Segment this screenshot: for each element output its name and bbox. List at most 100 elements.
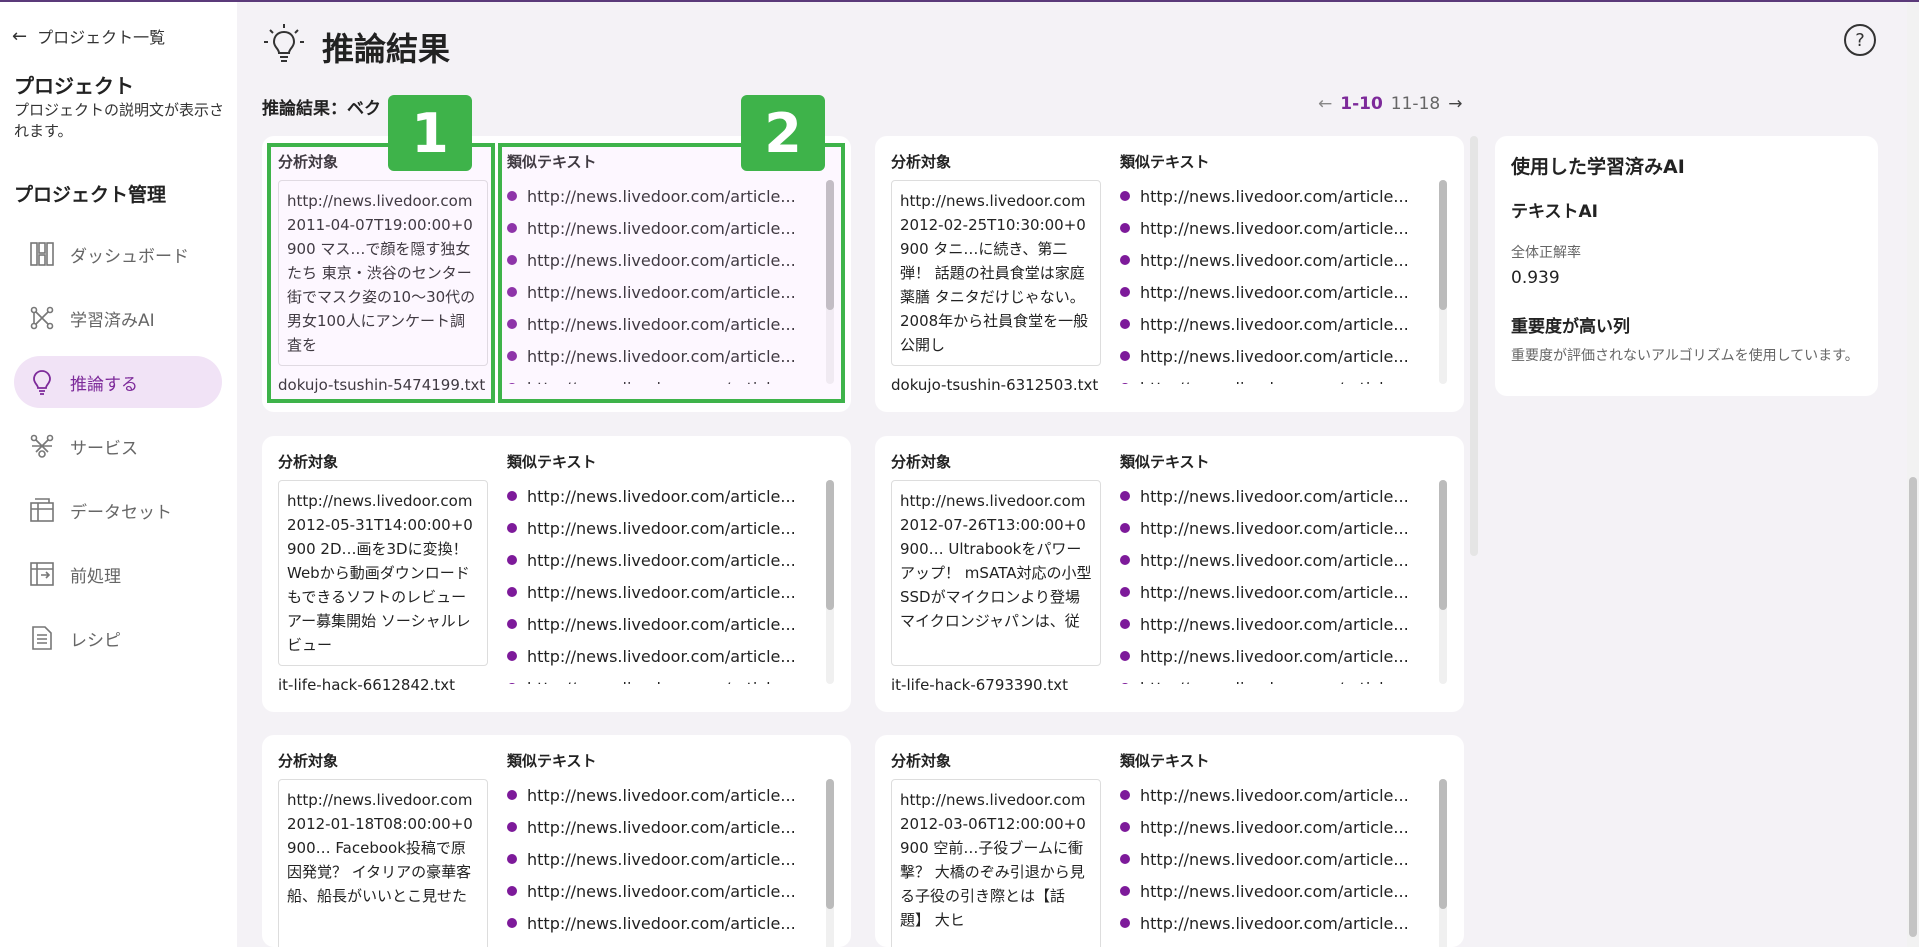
similar-url: http://news.livedoor.com/article... xyxy=(1140,314,1409,334)
similar-item[interactable]: http://news.livedoor.com/article... xyxy=(1120,875,1447,907)
arrow-right-icon[interactable]: → xyxy=(1448,94,1462,114)
similar-url: http://news.livedoor.com/article... xyxy=(1140,614,1409,634)
arrow-left-icon[interactable]: ← xyxy=(1318,94,1332,114)
similar-item[interactable]: http://news.livedoor.com/article... xyxy=(507,576,834,608)
similar-item[interactable]: http://news.livedoor.com/article... xyxy=(1120,907,1447,939)
bullet-dot-icon xyxy=(1120,790,1130,800)
similar-scrollbar[interactable] xyxy=(1439,480,1447,684)
similar-scrollbar[interactable] xyxy=(1439,779,1447,947)
sidebar-item-trained-ai[interactable]: 学習済みAI xyxy=(14,292,222,344)
similar-scrollbar-thumb[interactable] xyxy=(826,779,834,909)
similar-list[interactable]: http://news.livedoor.com/article... http:… xyxy=(1120,480,1447,684)
similar-item[interactable]: http://news.livedoor.com/article... xyxy=(1120,843,1447,875)
service-icon xyxy=(28,432,56,460)
sidebar-item-label: 推論する xyxy=(70,374,138,395)
similar-item[interactable]: http://news.livedoor.com/article... xyxy=(1120,544,1447,576)
similar-item[interactable]: http://news.livedoor.com/article... xyxy=(1120,811,1447,843)
similar-item[interactable]: http://news.livedoor.com/article... xyxy=(507,907,834,939)
target-label: 分析対象 xyxy=(278,752,339,770)
similar-list[interactable]: http://news.livedoor.com/article... http:… xyxy=(507,480,834,684)
similar-item[interactable]: http://news.livedoor.com/article... xyxy=(1120,608,1447,640)
cards-scrollbar[interactable] xyxy=(1470,136,1478,556)
bullet-dot-icon xyxy=(1120,854,1130,864)
similar-item[interactable]: http://news.livedoor.com/article... xyxy=(1120,779,1447,811)
sidebar-item-inference[interactable]: 推論する xyxy=(14,356,222,408)
bullet-dot-icon xyxy=(1120,587,1130,597)
similar-item[interactable]: http://news.livedoor.com/article... xyxy=(1120,512,1447,544)
similar-item[interactable]: http://news.livedoor.com/article... xyxy=(507,640,834,672)
result-card: 分析対象 類似テキスト http://news.livedoor.com 2012-… xyxy=(875,436,1464,712)
similar-list[interactable]: http://news.livedoor.com/article... http:… xyxy=(1120,180,1447,384)
similar-scrollbar[interactable] xyxy=(826,779,834,947)
similar-item[interactable]: http://news.livedoor.com/article... xyxy=(507,608,834,640)
result-card: 分析対象 類似テキスト http://news.livedoor.com 2012-… xyxy=(262,735,851,947)
similar-item[interactable]: http://news.livedoor.com/article... xyxy=(507,672,834,684)
similar-scrollbar[interactable] xyxy=(1439,180,1447,384)
similar-list[interactable]: http://news.livedoor.com/article... http:… xyxy=(507,779,834,947)
back-link-label: プロジェクト一覧 xyxy=(37,28,166,47)
sidebar-item-service[interactable]: サービス xyxy=(14,420,222,472)
similar-item[interactable]: http://news.livedoor.com/article... xyxy=(1120,480,1447,512)
similar-item[interactable]: http://news.livedoor.com/article... xyxy=(507,512,834,544)
sidebar-item-preprocess[interactable]: 前処理 xyxy=(14,548,222,600)
similar-item[interactable]: http://news.livedoor.com/article... xyxy=(507,843,834,875)
similar-url: http://news.livedoor.com/article... xyxy=(527,817,796,837)
similar-item[interactable]: http://news.livedoor.com/article... xyxy=(1120,672,1447,684)
similar-item[interactable]: http://news.livedoor.com/article... xyxy=(1120,308,1447,340)
similar-url: http://news.livedoor.com/article... xyxy=(1140,582,1409,602)
similar-url: http://news.livedoor.com/article... xyxy=(1140,785,1409,805)
similar-scrollbar[interactable] xyxy=(826,480,834,684)
similar-scrollbar-thumb[interactable] xyxy=(1439,180,1447,310)
similar-url: http://news.livedoor.com/article... xyxy=(1140,679,1440,685)
similar-item[interactable]: http://news.livedoor.com/article... xyxy=(1120,180,1447,212)
target-text: http://news.livedoor.com 2012-01-18T08:0… xyxy=(278,779,488,947)
similar-item[interactable]: http://news.livedoor.com/article... xyxy=(1120,372,1447,384)
importance-note: 重要度が評価されないアルゴリズムを使用しています。 xyxy=(1511,348,1859,364)
sidebar-item-dataset[interactable]: データセット xyxy=(14,484,222,536)
similar-item[interactable]: http://news.livedoor.com/article... xyxy=(1120,576,1447,608)
similar-url: http://news.livedoor.com/article... xyxy=(1140,486,1409,506)
similar-scrollbar-thumb[interactable] xyxy=(1439,779,1447,909)
similar-list[interactable]: http://news.livedoor.com/article... http:… xyxy=(1120,779,1447,947)
sidebar-item-label: 学習済みAI xyxy=(70,310,155,331)
page-scrollbar-thumb[interactable] xyxy=(1909,477,1917,937)
project-title: プロジェクト xyxy=(14,74,134,98)
project-description: プロジェクトの説明文が表示されます。 xyxy=(14,101,225,140)
annotation-badge-1: 1 xyxy=(388,95,472,171)
similar-item[interactable]: http://news.livedoor.com/article... xyxy=(507,544,834,576)
similar-url: http://news.livedoor.com/article... xyxy=(527,849,796,869)
similar-item[interactable]: http://news.livedoor.com/article... xyxy=(1120,212,1447,244)
similar-item[interactable]: http://news.livedoor.com/article... xyxy=(507,811,834,843)
target-label: 分析対象 xyxy=(891,153,952,171)
similar-label: 類似テキスト xyxy=(1120,153,1210,171)
bullet-dot-icon xyxy=(507,854,517,864)
page-current[interactable]: 1-10 xyxy=(1340,94,1383,114)
help-icon[interactable]: ? xyxy=(1844,24,1876,56)
similar-url: http://news.livedoor.com/article... xyxy=(527,518,796,538)
similar-scrollbar-thumb[interactable] xyxy=(826,480,834,610)
bullet-dot-icon xyxy=(1120,491,1130,501)
similar-item[interactable]: http://news.livedoor.com/article... xyxy=(507,480,834,512)
similar-item[interactable]: http://news.livedoor.com/article... xyxy=(1120,244,1447,276)
sidebar-item-recipe[interactable]: レシピ xyxy=(14,612,222,664)
bullet-dot-icon xyxy=(507,918,517,928)
highlight-similar-region xyxy=(498,143,845,403)
similar-item[interactable]: http://news.livedoor.com/article... xyxy=(507,875,834,907)
sidebar-item-label: サービス xyxy=(70,438,138,459)
bullet-dot-icon xyxy=(1120,223,1130,233)
page-next-range[interactable]: 11-18 xyxy=(1391,94,1440,114)
target-label: 分析対象 xyxy=(891,453,952,471)
page-scrollbar[interactable] xyxy=(1907,2,1919,947)
bullet-dot-icon xyxy=(507,790,517,800)
back-to-projects-link[interactable]: ← プロジェクト一覧 xyxy=(12,24,165,48)
sidebar-item-dashboard[interactable]: ダッシュボード xyxy=(14,228,222,280)
similar-item[interactable]: http://news.livedoor.com/article... xyxy=(507,779,834,811)
result-card: 分析対象 類似テキスト http://news.livedoor.com 2012-… xyxy=(875,136,1464,412)
similar-item[interactable]: http://news.livedoor.com/article... xyxy=(1120,340,1447,372)
similar-scrollbar-thumb[interactable] xyxy=(1439,480,1447,610)
similar-url: http://news.livedoor.com/article... xyxy=(1140,379,1440,385)
similar-item[interactable]: http://news.livedoor.com/article... xyxy=(1120,276,1447,308)
target-filename: it-life-hack-6793390.txt xyxy=(891,676,1068,694)
trained-ai-icon xyxy=(28,304,56,332)
similar-item[interactable]: http://news.livedoor.com/article... xyxy=(1120,640,1447,672)
